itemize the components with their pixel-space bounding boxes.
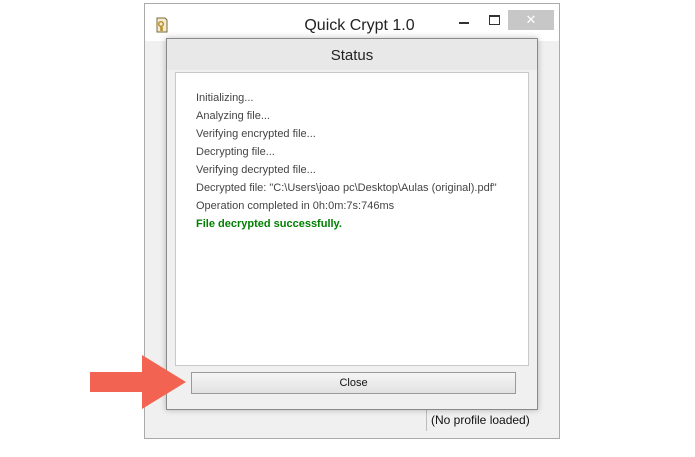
log-line: Analyzing file... [196, 110, 270, 122]
log-line: Decrypting file... [196, 146, 275, 158]
log-line: Verifying decrypted file... [196, 164, 316, 176]
success-message: File decrypted successfully. [196, 218, 342, 230]
status-bar-profile: (No profile loaded) [426, 409, 538, 431]
log-line: Operation completed in 0h:0m:7s:746ms [196, 200, 395, 212]
window-close-button[interactable]: ✕ [508, 10, 554, 30]
status-dialog: Status Initializing... Analyzing file...… [166, 38, 538, 410]
close-button[interactable]: Close [191, 372, 516, 394]
screenshot-stage: Quick Crypt 1.0 ✕ (No profile loaded) St… [0, 0, 695, 457]
maximize-button[interactable] [481, 10, 507, 30]
dialog-titlebar: Status [167, 39, 537, 70]
dialog-title: Status [330, 47, 374, 64]
pointer-arrow-icon [90, 355, 186, 409]
maximize-icon [488, 15, 500, 25]
minimize-button[interactable] [451, 10, 477, 30]
log-line: Decrypted file: "C:\Users\joao pc\Deskto… [196, 182, 497, 194]
main-titlebar: Quick Crypt 1.0 ✕ [145, 4, 559, 41]
status-log: Initializing... Analyzing file... Verify… [175, 72, 529, 366]
minimize-icon [459, 22, 469, 24]
log-list: Initializing... Analyzing file... Verify… [196, 89, 497, 233]
log-line: Verifying encrypted file... [196, 128, 316, 140]
log-line: Initializing... [196, 92, 254, 104]
close-icon: ✕ [525, 12, 537, 28]
